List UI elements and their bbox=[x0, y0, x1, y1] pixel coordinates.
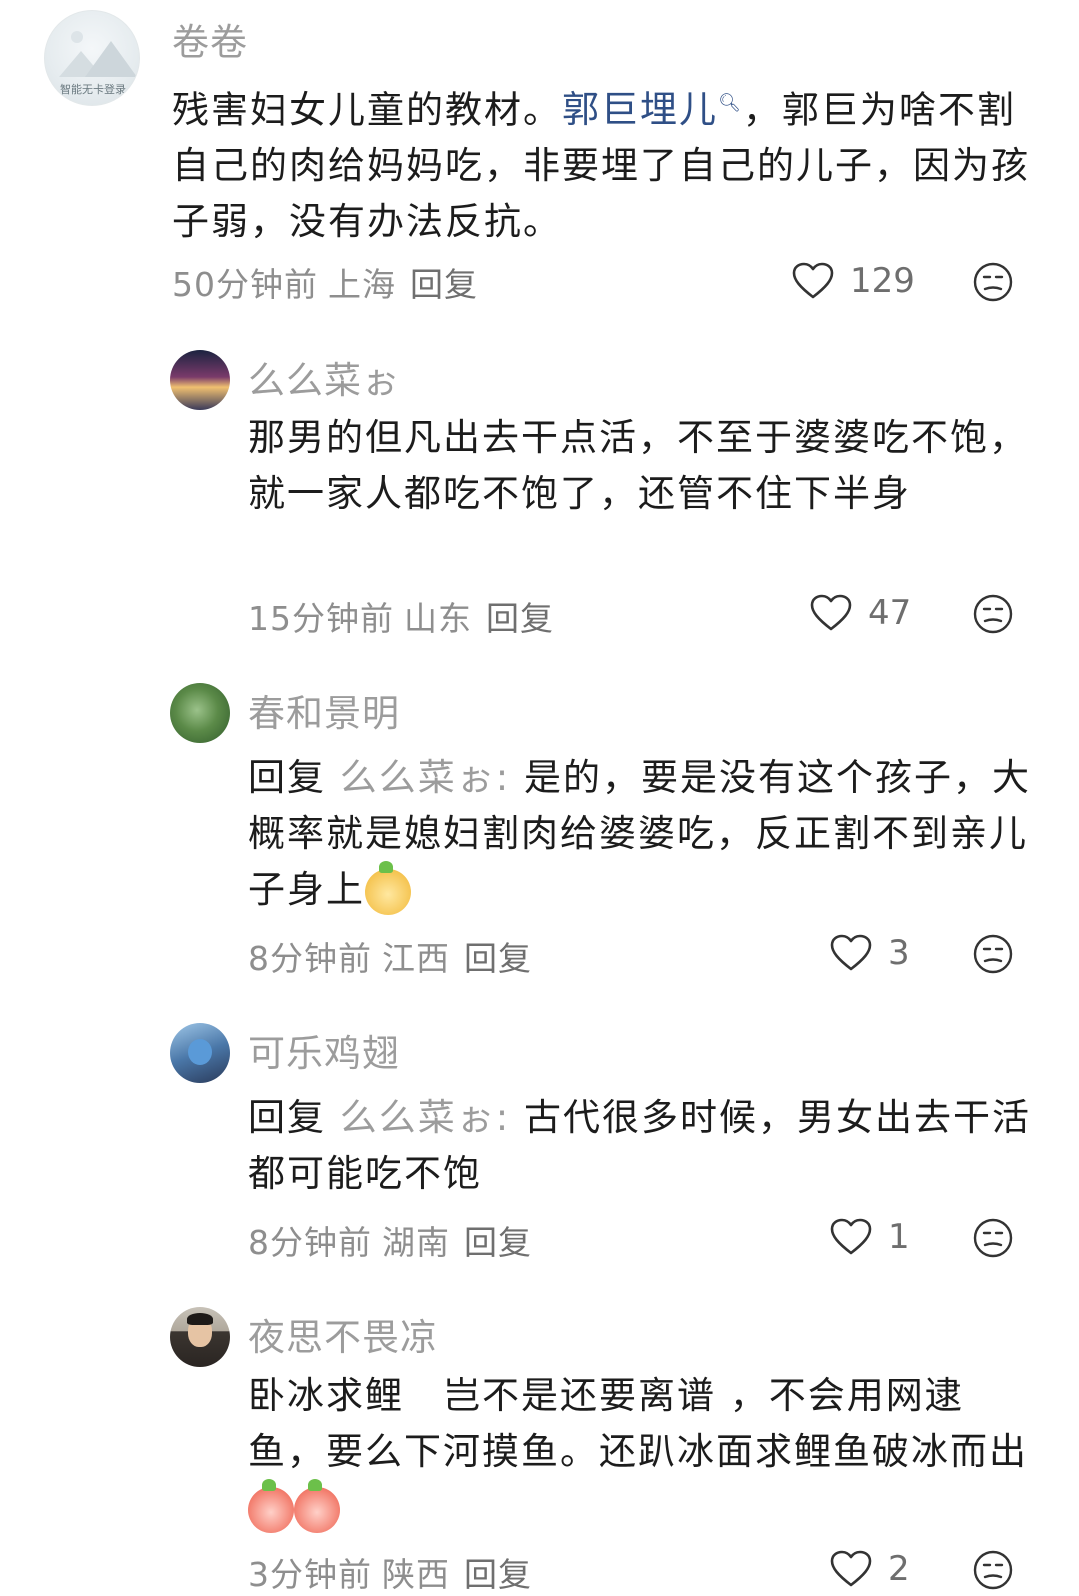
reply-button[interactable]: 回复 bbox=[410, 265, 478, 304]
like-count: 47 bbox=[868, 593, 912, 633]
avatar[interactable] bbox=[170, 350, 230, 410]
location: 湖南 bbox=[382, 1223, 450, 1262]
like-count: 2 bbox=[888, 1549, 910, 1589]
avatar-sun bbox=[71, 31, 83, 43]
meh-face-icon[interactable] bbox=[973, 934, 1013, 974]
like-button[interactable]: 3 bbox=[830, 930, 910, 976]
reply-target-user[interactable]: 么么菜ぉ: bbox=[340, 756, 510, 799]
reply-prefix: 回复 bbox=[248, 1096, 326, 1139]
comment-meta: 8分钟前 湖南 回复 bbox=[248, 1216, 532, 1264]
location: 上海 bbox=[328, 265, 396, 304]
meh-face-icon[interactable] bbox=[973, 594, 1013, 634]
sticker-emoji-icon bbox=[248, 1478, 294, 1533]
topic-link[interactable]: 郭巨埋儿🔍︎ bbox=[562, 88, 743, 131]
avatar[interactable]: 智能无卡登录 bbox=[44, 10, 140, 106]
comment-meta: 3分钟前 陕西 回复 bbox=[248, 1548, 532, 1596]
meh-face-icon[interactable] bbox=[973, 262, 1013, 302]
sticker-emoji-icon bbox=[294, 1478, 340, 1533]
like-count: 3 bbox=[888, 933, 910, 973]
location: 山东 bbox=[404, 599, 472, 638]
comment-text: 残害妇女儿童的教材。郭巨埋儿🔍︎，郭巨为啥不割自己的肉给妈妈吃，非要埋了自己的儿… bbox=[172, 76, 1032, 250]
username[interactable]: 可乐鸡翅 bbox=[248, 1023, 400, 1077]
comment-text-part: 残害妇女儿童的教材。 bbox=[172, 88, 562, 132]
topic-link-label[interactable]: 郭巨埋儿 bbox=[562, 88, 718, 131]
comment-text: 卧冰求鲤 岂不是还要离谱 ，不会用网逮鱼，要么下河摸鱼。还趴冰面求鲤鱼破冰而出 bbox=[248, 1368, 1038, 1536]
avatar[interactable] bbox=[170, 1023, 230, 1083]
like-button[interactable]: 47 bbox=[810, 590, 911, 636]
like-button[interactable]: 1 bbox=[830, 1214, 910, 1260]
comment-meta: 15分钟前 山东 回复 bbox=[248, 592, 554, 640]
reply-button[interactable]: 回复 bbox=[464, 1223, 532, 1262]
reply-target-user[interactable]: 么么菜ぉ: bbox=[340, 1096, 510, 1139]
search-icon: 🔍︎ bbox=[718, 93, 743, 114]
timestamp: 15分钟前 bbox=[248, 599, 394, 638]
heart-outline-icon bbox=[830, 1550, 872, 1587]
like-button[interactable]: 2 bbox=[830, 1546, 910, 1592]
heart-outline-icon bbox=[810, 594, 852, 631]
heart-outline-icon bbox=[792, 262, 834, 299]
reply-button[interactable]: 回复 bbox=[464, 1555, 532, 1594]
reply-button[interactable]: 回复 bbox=[464, 939, 532, 978]
comment-text-part: 卧冰求鲤 岂不是还要离谱 ，不会用网逮鱼，要么下河摸鱼。还趴冰面求鲤鱼破冰而出 bbox=[248, 1374, 1028, 1473]
avatar-mountain bbox=[85, 41, 137, 77]
meh-face-icon[interactable] bbox=[973, 1218, 1013, 1258]
timestamp: 8分钟前 bbox=[248, 1223, 372, 1262]
sticker-emoji-icon bbox=[365, 860, 411, 915]
like-button[interactable]: 129 bbox=[792, 258, 915, 304]
avatar[interactable] bbox=[170, 683, 230, 743]
location: 江西 bbox=[382, 939, 450, 978]
username[interactable]: 么么菜ぉ bbox=[248, 350, 400, 404]
username[interactable]: 卷卷 bbox=[172, 12, 248, 66]
timestamp: 3分钟前 bbox=[248, 1555, 372, 1594]
like-count: 1 bbox=[888, 1217, 910, 1257]
meh-face-icon[interactable] bbox=[973, 1550, 1013, 1590]
username[interactable]: 春和景明 bbox=[248, 683, 400, 737]
heart-outline-icon bbox=[830, 934, 872, 971]
timestamp: 50分钟前 bbox=[172, 265, 318, 304]
location: 陕西 bbox=[382, 1555, 450, 1594]
avatar[interactable] bbox=[170, 1307, 230, 1367]
reply-button[interactable]: 回复 bbox=[486, 599, 554, 638]
comment-text: 那男的但凡出去干点活，不至于婆婆吃不饱，就一家人都吃不饱了，还管不住下半身 bbox=[248, 416, 1028, 515]
username[interactable]: 夜思不畏凉 bbox=[248, 1307, 438, 1361]
comment-meta: 50分钟前 上海 回复 bbox=[172, 258, 478, 306]
avatar-caption: 智能无卡登录 bbox=[60, 83, 126, 96]
like-count: 129 bbox=[850, 261, 915, 301]
comment-text: 回复 么么菜ぉ: 古代很多时候，男女出去干活都可能吃不饱 bbox=[248, 1090, 1048, 1202]
comment-meta: 8分钟前 江西 回复 bbox=[248, 932, 532, 980]
reply-prefix: 回复 bbox=[248, 756, 326, 799]
timestamp: 8分钟前 bbox=[248, 939, 372, 978]
heart-outline-icon bbox=[830, 1218, 872, 1255]
comment-text: 回复 么么菜ぉ: 是的，要是没有这个孩子，大概率就是媳妇割肉给婆婆吃，反正割不到… bbox=[248, 750, 1038, 918]
